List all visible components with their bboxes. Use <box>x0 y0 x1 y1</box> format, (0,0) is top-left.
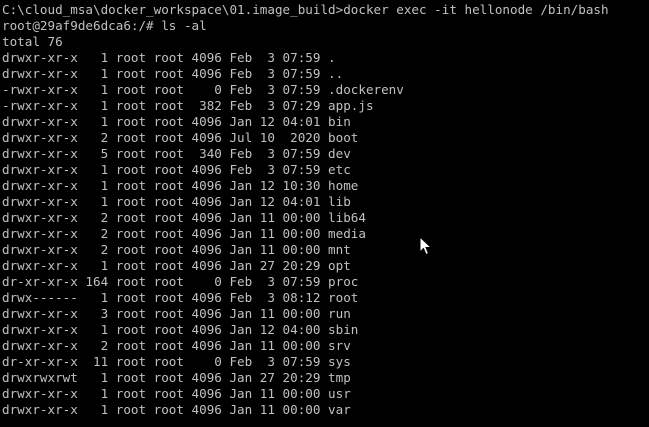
listing-row: drwxrwxrwt 1 root root 4096 Jan 27 20:29… <box>2 370 351 385</box>
listing-row: drwxr-xr-x 1 root root 4096 Jan 12 04:01… <box>2 114 351 129</box>
listing-row: drwxr-xr-x 2 root root 4096 Jan 11 00:00… <box>2 210 366 225</box>
command-line: C:\cloud_msa\docker_workspace\01.image_b… <box>2 2 609 17</box>
listing-row: drwxr-xr-x 1 root root 4096 Jan 12 04:00… <box>2 322 359 337</box>
listing-row: -rwxr-xr-x 1 root root 0 Feb 3 07:59 .do… <box>2 82 404 97</box>
listing-row: drwxr-xr-x 2 root root 4096 Jan 11 00:00… <box>2 226 366 241</box>
listing-row: drwxr-xr-x 1 root root 4096 Feb 3 07:59 … <box>2 50 336 65</box>
listing-row: drwxr-xr-x 2 root root 4096 Jan 11 00:00… <box>2 242 351 257</box>
listing-row: drwxr-xr-x 1 root root 4096 Jan 27 20:29… <box>2 258 351 273</box>
listing-row: drwxr-xr-x 2 root root 4096 Jul 10 2020 … <box>2 130 359 145</box>
listing-row: drwxr-xr-x 1 root root 4096 Jan 11 00:00… <box>2 402 351 417</box>
shell-prompt-line: root@29af9de6dca6:/# ls -al <box>2 18 207 33</box>
listing-row: drwxr-xr-x 1 root root 4096 Jan 12 04:01… <box>2 194 351 209</box>
listing-row: -rwxr-xr-x 1 root root 382 Feb 3 07:29 a… <box>2 98 374 113</box>
listing-total: total 76 <box>2 34 63 49</box>
listing-row: drwx------ 1 root root 4096 Feb 3 08:12 … <box>2 290 359 305</box>
listing-row: drwxr-xr-x 2 root root 4096 Jan 11 00:00… <box>2 338 351 353</box>
listing-row: drwxr-xr-x 3 root root 4096 Jan 11 00:00… <box>2 306 351 321</box>
terminal-window[interactable]: C:\cloud_msa\docker_workspace\01.image_b… <box>0 0 649 427</box>
listing-row: dr-xr-xr-x 11 root root 0 Feb 3 07:59 sy… <box>2 354 351 369</box>
listing-row: drwxr-xr-x 5 root root 340 Feb 3 07:59 d… <box>2 146 351 161</box>
listing-row: drwxr-xr-x 1 root root 4096 Jan 12 10:30… <box>2 178 359 193</box>
mouse-pointer-icon <box>419 236 433 256</box>
listing-row: dr-xr-xr-x 164 root root 0 Feb 3 07:59 p… <box>2 274 359 289</box>
listing-row: drwxr-xr-x 1 root root 4096 Jan 11 00:00… <box>2 386 351 401</box>
listing-row: drwxr-xr-x 1 root root 4096 Feb 3 07:59 … <box>2 162 351 177</box>
listing-row: drwxr-xr-x 1 root root 4096 Feb 3 07:59 … <box>2 66 344 81</box>
